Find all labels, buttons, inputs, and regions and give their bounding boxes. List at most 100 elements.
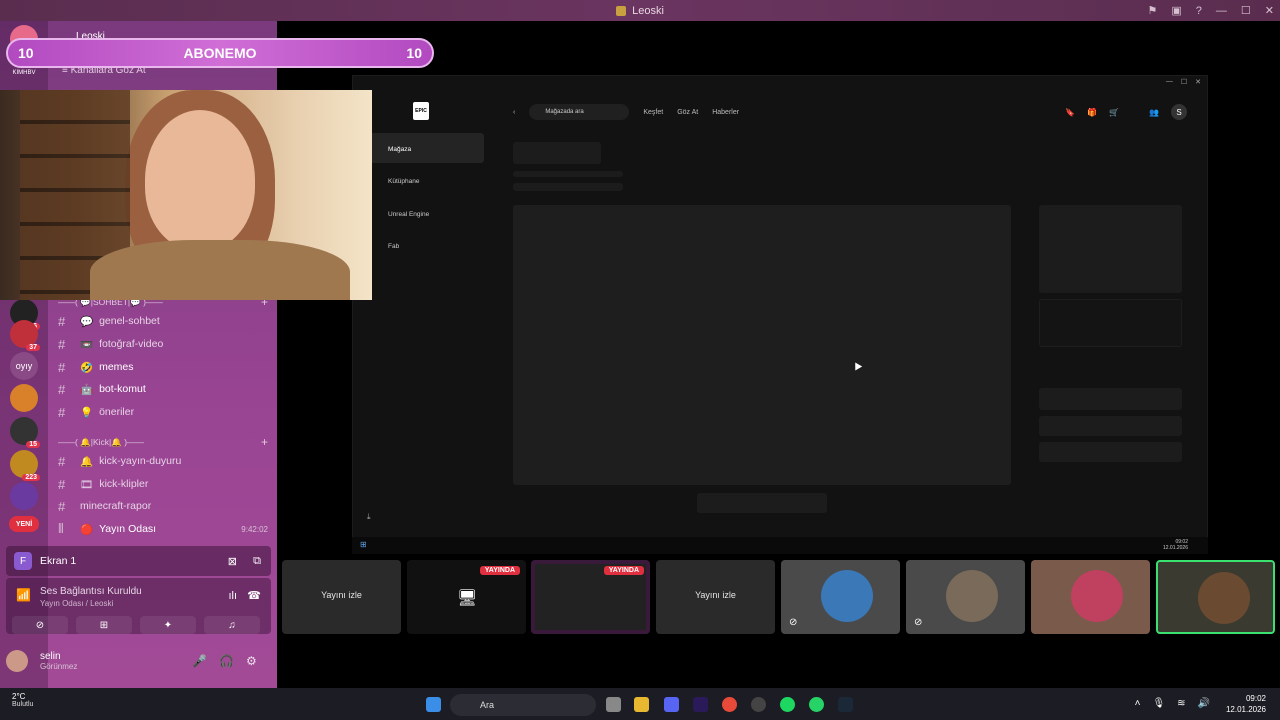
- soundboard-button[interactable]: ♫: [204, 616, 260, 634]
- hash-icon: #: [58, 498, 66, 514]
- disconnect-icon[interactable]: ☎: [247, 589, 261, 602]
- server-icon[interactable]: oyıy: [10, 352, 38, 380]
- screen-avatar: F: [14, 552, 32, 570]
- file-explorer-icon[interactable]: [634, 697, 649, 712]
- participant-tile[interactable]: [1031, 560, 1150, 634]
- weather-widget[interactable]: 2°C Bulutlu: [12, 692, 33, 708]
- user-info[interactable]: selin Görünmez 🎤 🎧 ⚙: [6, 646, 271, 676]
- channel-item[interactable]: # 🤣 memes: [58, 357, 268, 377]
- screen-share-icon[interactable]: ▣: [1171, 4, 1181, 17]
- participant-tile[interactable]: Yayını izle: [282, 560, 401, 634]
- sidebar-item-library[interactable]: Kütüphane: [388, 178, 419, 185]
- windows-start-icon[interactable]: [426, 697, 441, 712]
- taskbar-search[interactable]: Ara: [450, 694, 596, 716]
- hero-placeholder: [513, 205, 1011, 485]
- whatsapp-icon[interactable]: [809, 697, 824, 712]
- channel-item[interactable]: # minecraft-rapor: [58, 496, 268, 516]
- screen-share-button[interactable]: ⊞: [76, 616, 132, 634]
- back-arrow-icon[interactable]: ‹: [513, 109, 515, 116]
- server-icon[interactable]: 15: [10, 417, 40, 448]
- volume-icon[interactable]: 🔊: [1198, 698, 1210, 709]
- muted-icon: ⊘: [914, 617, 923, 628]
- voice-connection: 📶 Ses Bağlantısı Kuruldu Yayın Odası / L…: [6, 578, 271, 634]
- channel-item[interactable]: # 🤖 bot-komut: [58, 379, 268, 399]
- wifi-icon[interactable]: ≋: [1177, 698, 1185, 709]
- server-icon[interactable]: [10, 384, 38, 412]
- steam-icon[interactable]: [838, 697, 853, 712]
- help-icon[interactable]: ?: [1196, 5, 1202, 17]
- voice-channel-item[interactable]: ⦀ 🔴 Yayın Odası 9:42:02: [58, 519, 268, 539]
- stop-share-icon[interactable]: ⊠: [228, 555, 237, 568]
- popout-icon[interactable]: ⧉: [253, 555, 261, 568]
- nav-discover[interactable]: Keşfet: [643, 109, 663, 116]
- server-label: oyıy: [15, 361, 33, 371]
- monitor-icon: 🖥: [457, 590, 478, 607]
- maximize-button[interactable]: ☐: [1241, 4, 1251, 17]
- taskbar-clock[interactable]: 09:02 12.01.2026: [1226, 693, 1266, 715]
- store-search-input[interactable]: Mağazada ara: [529, 104, 630, 120]
- channel-item[interactable]: # 📼 fotoğraf-video: [58, 334, 268, 354]
- discord-icon[interactable]: [664, 697, 679, 712]
- minimize-button[interactable]: —: [1216, 5, 1227, 17]
- download-icon[interactable]: ⤓: [367, 512, 371, 522]
- close-button[interactable]: ✕: [1265, 4, 1274, 17]
- channel-item[interactable]: # 🔔 kick-yayın-duyuru: [58, 451, 268, 471]
- friends-icon[interactable]: 👥: [1149, 108, 1159, 117]
- participant-tile[interactable]: YAYINDA 🖥: [407, 560, 526, 634]
- chrome-icon[interactable]: [722, 697, 737, 712]
- spotify-icon[interactable]: [780, 697, 795, 712]
- headphones-icon[interactable]: 🎧: [219, 654, 234, 668]
- hash-icon: #: [58, 404, 66, 420]
- gift-icon[interactable]: 🎁: [1087, 108, 1097, 117]
- participant-tile[interactable]: ⊘: [906, 560, 1025, 634]
- premiere-icon[interactable]: [693, 697, 708, 712]
- sidebar-item-unreal[interactable]: Unreal Engine: [388, 211, 429, 218]
- channel-item[interactable]: # 💬 genel-sohbet: [58, 311, 268, 331]
- chevron-up-icon[interactable]: ˄: [1135, 698, 1141, 709]
- server-icon[interactable]: 223: [10, 450, 40, 481]
- camera-off-button[interactable]: ⊘: [12, 616, 68, 634]
- loading-placeholder: [1039, 416, 1182, 436]
- muted-icon: ⊘: [789, 617, 798, 628]
- mention-badge: 15: [26, 441, 40, 448]
- channel-item[interactable]: # 🎞 kick-klipler: [58, 474, 268, 494]
- wishlist-icon[interactable]: 🔖: [1065, 108, 1075, 117]
- new-badge[interactable]: YENİ: [9, 516, 39, 532]
- loading-placeholder: [513, 142, 601, 164]
- epic-window-controls[interactable]: — ☐ ✕: [1166, 78, 1201, 86]
- server-icon[interactable]: [10, 482, 38, 510]
- gear-icon[interactable]: ⚙: [246, 654, 257, 668]
- signal-icon[interactable]: 📶: [16, 588, 31, 602]
- sidebar-item-fab[interactable]: Fab: [388, 243, 399, 250]
- task-view-icon[interactable]: [606, 697, 621, 712]
- nav-news[interactable]: Haberler: [712, 109, 739, 116]
- nav-browse[interactable]: Göz At: [677, 109, 698, 116]
- category-kick[interactable]: ——( 🔔|Kick|🔔 )—— +: [58, 435, 268, 449]
- screen-share-panel[interactable]: F Ekran 1 ⊠ ⧉: [6, 546, 271, 576]
- sidebar-item-store[interactable]: Mağaza: [388, 146, 411, 153]
- epic-logo[interactable]: EPIC: [413, 102, 429, 120]
- profile-avatar[interactable]: S: [1171, 104, 1187, 120]
- flag-icon[interactable]: ⚑: [1148, 4, 1158, 17]
- mention-badge: 37: [26, 344, 40, 351]
- channel-item[interactable]: # 💡 öneriler: [58, 402, 268, 422]
- windows-start-icon: ⊞: [360, 540, 367, 549]
- mic-icon[interactable]: 🎙: [1152, 698, 1165, 709]
- add-channel-icon[interactable]: +: [261, 435, 268, 449]
- obs-icon[interactable]: [751, 697, 766, 712]
- noise-icon[interactable]: ılı: [228, 590, 237, 602]
- mic-icon[interactable]: 🎤: [192, 654, 207, 668]
- participant-tile[interactable]: Yayını izle: [656, 560, 775, 634]
- participant-tile[interactable]: ⊘: [781, 560, 900, 634]
- cart-icon[interactable]: 🛒: [1109, 108, 1119, 117]
- live-badge: YAYINDA: [603, 566, 644, 575]
- loading-placeholder: [513, 171, 623, 177]
- avatar: [1198, 572, 1250, 624]
- server-icon[interactable]: 37: [10, 320, 40, 351]
- loading-placeholder: [1039, 388, 1182, 410]
- activities-button[interactable]: ✦: [140, 616, 196, 634]
- avatar: [946, 570, 998, 622]
- participant-tile[interactable]: [1156, 560, 1275, 634]
- participant-tile[interactable]: YAYINDA: [531, 560, 650, 634]
- hash-icon: #: [58, 381, 66, 397]
